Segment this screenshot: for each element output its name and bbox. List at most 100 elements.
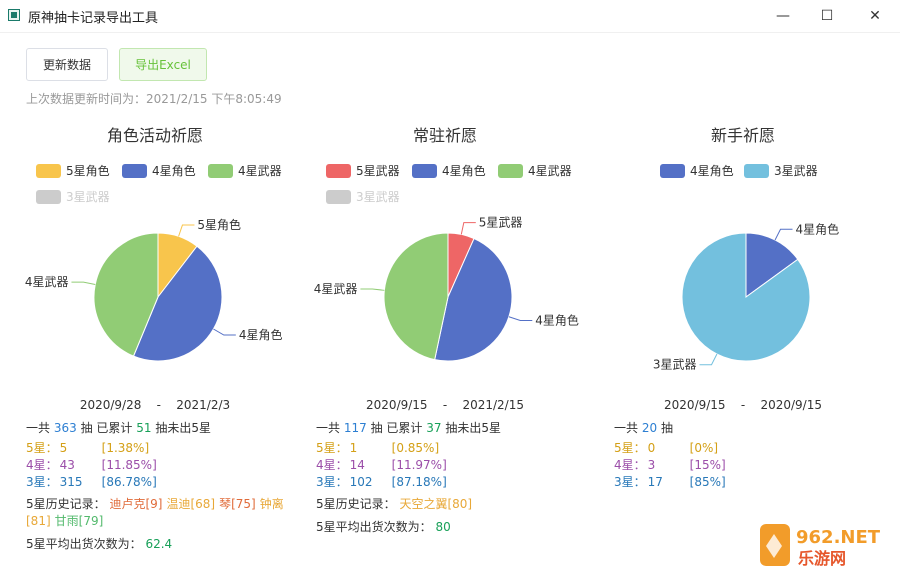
maximize-button[interactable]: ☐ <box>804 0 850 32</box>
average-line: 5星平均出货次数为： 62.4 <box>26 536 296 553</box>
pie-label: 4星角色 <box>535 313 579 327</box>
pull-unit: 抽 <box>370 421 383 435</box>
date-start: 2020/9/28 <box>79 398 142 412</box>
panel-title: 角色活动祈愿 <box>106 126 203 145</box>
pie-slice[interactable] <box>383 232 449 361</box>
pie-label: 4星武器 <box>25 275 69 289</box>
legend-label: 4星角色 <box>690 164 734 178</box>
legend-label: 4星武器 <box>238 164 282 178</box>
legend-label: 3星武器 <box>774 164 818 178</box>
pie-label: 4星角色 <box>239 328 283 342</box>
star-row: 4星： 14 [11.97%] <box>316 457 586 474</box>
legend-item[interactable]: 4星武器 <box>498 162 572 179</box>
legend-swatch <box>498 163 523 178</box>
panel-title: 常驻祈愿 <box>412 126 477 145</box>
export-excel-button[interactable]: 导出Excel <box>119 48 207 81</box>
star-count: 5 <box>59 441 68 455</box>
last-update-time: 上次数据更新时间为：2021/2/15 下午8:05:49 <box>26 92 282 106</box>
history-item: 琴[75] <box>219 497 256 511</box>
star-count: 43 <box>59 458 75 472</box>
average-label: 5星平均出货次数为： <box>316 520 432 534</box>
star-row: 5星： 5 [1.38%] <box>26 440 296 457</box>
star-percent: [11.85%] <box>101 458 157 472</box>
history-item: 天空之翼[80] <box>399 497 473 511</box>
close-button[interactable]: ✕ <box>852 0 898 32</box>
star-label: 3星： <box>26 475 58 489</box>
total-count: 20 <box>641 421 658 435</box>
date-end: 2021/2/3 <box>176 398 231 412</box>
since-suffix: 抽未出5星 <box>445 421 502 435</box>
pie-chart: 5星武器 4星角色 4星武器 <box>314 216 579 362</box>
pie-chart: 5星角色 4星角色 4星武器 <box>25 218 283 362</box>
legend-item[interactable]: 5星角色 <box>36 162 110 179</box>
average-value: 80 <box>435 520 451 534</box>
pie-label-line <box>460 222 476 235</box>
legend-swatch <box>412 163 437 178</box>
pie-label-line <box>71 281 96 286</box>
legend-item[interactable]: 4星角色 <box>122 162 196 179</box>
legend-swatch <box>744 163 769 178</box>
total-label: 一共 <box>614 421 639 435</box>
pull-unit: 抽 <box>80 421 93 435</box>
star-count: 315 <box>59 475 83 489</box>
minimize-button[interactable]: — <box>760 0 806 32</box>
legend-item[interactable]: 4星角色 <box>412 162 486 179</box>
star-label: 5星： <box>26 441 58 455</box>
panel-standard: 常驻祈愿 5星武器 4星角色 4星武器 3星武器 5星武器 4星角色 4星武器 2020/9/1… <box>300 112 590 562</box>
svg-text:962.NET: 962.NET <box>796 527 881 548</box>
panel-title: 新手祈愿 <box>710 126 775 145</box>
star-count: 3 <box>647 458 656 472</box>
total-count: 117 <box>343 421 367 435</box>
legend-swatch <box>326 163 351 178</box>
since-count: 51 <box>136 421 152 435</box>
panel-beginner: 新手祈愿 4星角色 3星武器 4星角色 3星武器 2020/9/15 - 2020/9/1… <box>598 112 888 562</box>
site-watermark-logo: 962.NET 乐游网 <box>760 524 881 568</box>
pie-label: 3星武器 <box>653 358 697 372</box>
since-label: 已累计 <box>386 421 423 435</box>
star-row: 3星： 102 [87.18%] <box>316 474 586 491</box>
history-label: 5星历史记录： <box>26 497 106 511</box>
legend-swatch <box>208 163 233 178</box>
pie-label: 4星武器 <box>314 282 358 296</box>
star-label: 4星： <box>614 458 646 472</box>
star-percent: [87.18%] <box>391 475 447 489</box>
history-item: 甘雨[79] <box>54 514 104 528</box>
update-data-button[interactable]: 更新数据 <box>26 48 108 81</box>
history-label: 5星历史记录： <box>316 497 396 511</box>
star-label: 4星： <box>26 458 58 472</box>
star-label: 3星： <box>614 475 646 489</box>
star-percent: [15%] <box>689 458 726 472</box>
star-percent: [11.97%] <box>391 458 447 472</box>
date-start: 2020/9/15 <box>366 398 428 412</box>
star-percent: [86.78%] <box>101 475 157 489</box>
legend-label: 5星武器 <box>356 164 400 178</box>
legend-label: 4星角色 <box>442 164 486 178</box>
star-count: 14 <box>349 458 365 472</box>
total-line: 一共 363 抽 已累计 51 抽未出5星 <box>26 420 296 437</box>
pie-label-line <box>508 316 533 321</box>
star-row: 3星： 315 [86.78%] <box>26 474 296 491</box>
svg-text:乐游网: 乐游网 <box>798 549 846 568</box>
pie-label-line <box>360 288 385 291</box>
star-count: 0 <box>647 441 656 455</box>
app-icon <box>8 9 20 21</box>
five-star-history: 5星历史记录： 天空之翼[80] <box>316 496 586 513</box>
star-count: 102 <box>349 475 373 489</box>
total-line: 一共 20 抽 <box>614 420 884 437</box>
star-label: 4星： <box>316 458 348 472</box>
total-label: 一共 <box>316 421 341 435</box>
legend-item[interactable]: 4星角色 <box>660 162 734 179</box>
legend-item[interactable]: 5星武器 <box>326 162 400 179</box>
star-row: 4星： 43 [11.85%] <box>26 457 296 474</box>
stats-block: 一共 363 抽 已累计 51 抽未出5星 5星： 5 [1.38%] 4星： 43 [11… <box>26 420 296 553</box>
star-row: 3星： 17 [85%] <box>614 474 884 491</box>
average-line: 5星平均出货次数为： 80 <box>316 519 586 536</box>
star-label: 5星： <box>316 441 348 455</box>
five-star-history: 5星历史记录： 迪卢克[9] 温迪[68] 琴[75] 钟离[81] 甘雨[79] <box>26 496 296 530</box>
pull-unit: 抽 <box>660 421 673 435</box>
legend-item[interactable]: 3星武器 <box>744 162 818 179</box>
date-separator: - <box>442 398 448 412</box>
average-label: 5星平均出货次数为： <box>26 537 142 551</box>
legend-item[interactable]: 4星武器 <box>208 162 282 179</box>
legend-swatch <box>36 163 61 178</box>
